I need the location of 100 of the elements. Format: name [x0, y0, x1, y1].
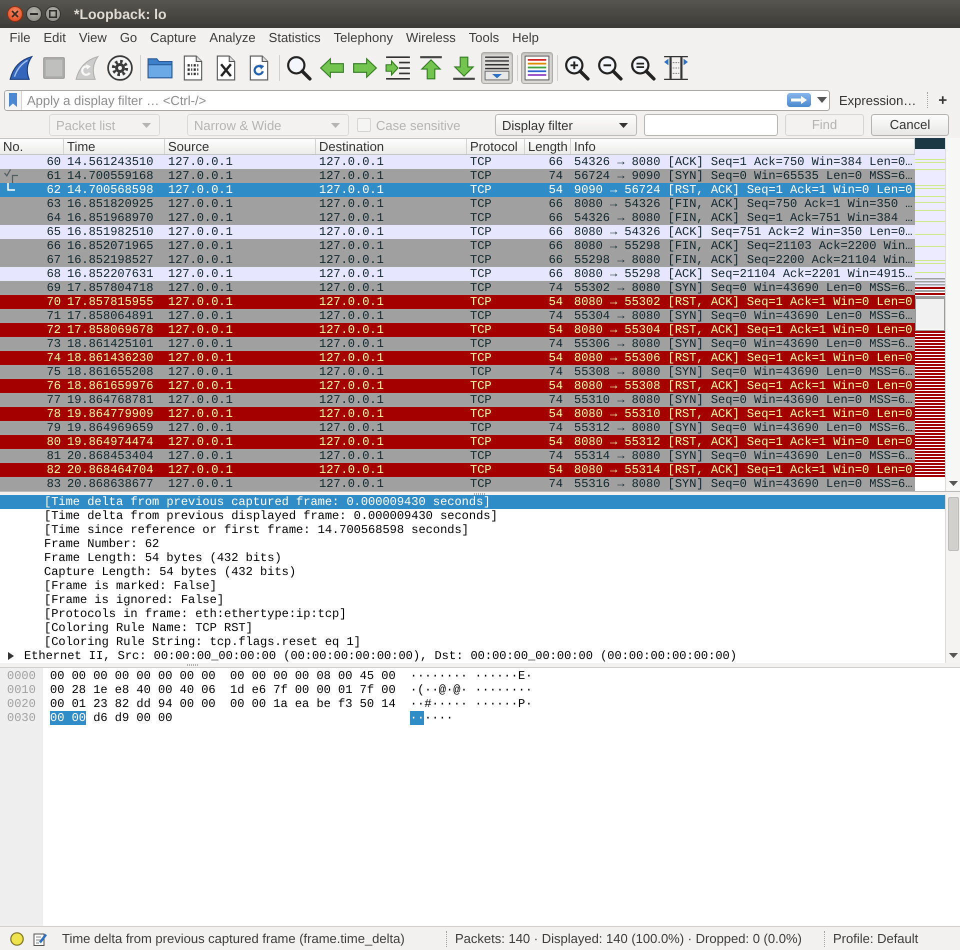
packet-row[interactable]: 66 16.852071965 127.0.0.1 127.0.0.1 TCP 66 8080 → 55298 [FIN, ACK] Seq=21103 Ack=2200 Win…	[0, 239, 915, 253]
menu-item[interactable]: View	[72, 29, 114, 46]
ascii-text: ··	[410, 711, 424, 725]
apply-button[interactable]	[787, 93, 811, 107]
destination-address: 127.0.0.1	[318, 211, 385, 225]
tree-item[interactable]: Frame Number: 62	[0, 537, 945, 551]
bookmark-button[interactable]	[5, 90, 22, 110]
display-filter-input[interactable]: Apply a display filter … <Ctrl-/>	[22, 90, 787, 110]
destination-address: 127.0.0.1	[318, 435, 385, 449]
packet-row[interactable]: 60 14.561243510 127.0.0.1 127.0.0.1 TCP 66 54326 → 8080 [ACK] Seq=1 Ack=750 Win=384 Len=0…	[0, 155, 915, 169]
toolbar-button[interactable]	[481, 52, 513, 84]
triangle-right-icon[interactable]	[7, 652, 15, 660]
add-button[interactable]: +	[938, 92, 948, 108]
packet-row[interactable]: 72 17.858069678 127.0.0.1 127.0.0.1 TCP 54 8080 → 55304 [RST, ACK] Seq=1 Ack=1 Win=0 Len=0	[0, 323, 915, 337]
display-filter-field[interactable]: Apply a display filter … <Ctrl-/>	[4, 90, 830, 110]
source-address: 127.0.0.1	[167, 183, 234, 197]
status-profile[interactable]: Profile: Default	[833, 931, 918, 946]
search-type-dropdown[interactable]: Display filter	[495, 114, 637, 136]
menu-item[interactable]: Statistics	[262, 29, 328, 46]
scrollbar-thumb[interactable]	[948, 497, 958, 551]
menu-item[interactable]: Go	[113, 29, 144, 46]
packet-number: 82	[46, 463, 61, 477]
packet-length: 74	[548, 365, 564, 379]
menu-item[interactable]: Analyze	[202, 29, 262, 46]
column-header[interactable]: Destination	[316, 139, 467, 154]
menu-item[interactable]: Help	[506, 29, 546, 46]
packet-row[interactable]: 65 16.851982510 127.0.0.1 127.0.0.1 TCP 66 8080 → 54326 [ACK] Seq=751 Ack=2 Win=350 Len=0…	[0, 225, 915, 239]
tree-item[interactable]: Capture Length: 54 bytes (432 bits)	[0, 565, 945, 579]
list-caret-icon	[484, 54, 510, 80]
packet-length: 54	[548, 407, 564, 421]
down-triangle-icon[interactable]	[948, 481, 958, 486]
status-dot-icon[interactable]	[10, 932, 24, 946]
source-address: 127.0.0.1	[167, 197, 234, 211]
expression-button[interactable]: Expression…	[839, 92, 916, 108]
source-address: 127.0.0.1	[167, 253, 234, 267]
packet-row[interactable]: 78 19.864779909 127.0.0.1 127.0.0.1 TCP 54 8080 → 55310 [RST, ACK] Seq=1 Ack=1 Win=0 Len=0	[0, 407, 915, 421]
packet-number: 60	[46, 155, 61, 169]
packet-row[interactable]: 80 19.864974474 127.0.0.1 127.0.0.1 TCP 54 8080 → 55312 [RST, ACK] Seq=1 Ack=1 Win=0 Len=0	[0, 435, 915, 449]
packet-row[interactable]: 68 16.852207631 127.0.0.1 127.0.0.1 TCP 66 8080 → 55298 [ACK] Seq=21104 Ack=2201 Win=4915…	[0, 267, 915, 281]
search-field[interactable]	[644, 114, 778, 136]
column-header[interactable]: Length	[525, 139, 571, 154]
column-header[interactable]: Source	[165, 139, 316, 154]
packet-row[interactable]: 61 14.700559168 127.0.0.1 127.0.0.1 TCP 74 56724 → 9090 [SYN] Seq=0 Win=65535 Len=0 MSS=6…	[0, 169, 915, 183]
packet-row[interactable]: 79 19.864969659 127.0.0.1 127.0.0.1 TCP 74 55312 → 8080 [SYN] Seq=0 Win=43690 Len=0 MSS=6…	[0, 421, 915, 435]
column-header[interactable]: Protocol	[467, 139, 525, 154]
packet-row[interactable]: 62 14.700568598 127.0.0.1 127.0.0.1 TCP 54 9090 → 56724 [RST, ACK] Seq=1 Ack=1 Win=0 Len=0	[0, 183, 915, 197]
packet-row[interactable]: 71 17.858064891 127.0.0.1 127.0.0.1 TCP 74 55304 → 8080 [SYN] Seq=0 Win=43690 Len=0 MSS=6…	[0, 309, 915, 323]
packet-time: 17.857804718	[66, 281, 154, 295]
tree-item[interactable]: [Time since reference or first frame: 14.700568598 seconds]	[0, 523, 945, 537]
destination-address: 127.0.0.1	[318, 365, 385, 379]
scrollbar[interactable]	[945, 495, 960, 663]
packet-row[interactable]: 67 16.852198527 127.0.0.1 127.0.0.1 TCP 66 55298 → 8080 [FIN, ACK] Seq=2200 Ack=21104 Win…	[0, 253, 915, 267]
packet-length: 74	[548, 169, 564, 183]
cancel-button[interactable]: Cancel	[871, 114, 949, 136]
packet-row[interactable]: 77 19.864768781 127.0.0.1 127.0.0.1 TCP 74 55310 → 8080 [SYN] Seq=0 Win=43690 Len=0 MSS=6…	[0, 393, 915, 407]
packet-row[interactable]: 76 18.861659976 127.0.0.1 127.0.0.1 TCP 54 8080 → 55308 [RST, ACK] Seq=1 Ack=1 Win=0 Len=0	[0, 379, 915, 393]
menu-item[interactable]: Telephony	[327, 29, 400, 46]
packet-time: 14.561243510	[66, 155, 154, 169]
note-pencil-icon[interactable]	[33, 932, 47, 946]
minimize-button[interactable]	[26, 6, 42, 22]
source-address: 127.0.0.1	[167, 155, 234, 169]
menu-item[interactable]: Capture	[144, 29, 203, 46]
packet-row[interactable]: 64 16.851968970 127.0.0.1 127.0.0.1 TCP 66 54326 → 8080 [FIN, ACK] Seq=1 Ack=751 Win=384 …	[0, 211, 915, 225]
protocol-name: TCP	[469, 477, 493, 491]
tree-item[interactable]: Ethernet II, Src: 00:00:00_00:00:00 (00:00:00:00:00:00), Dst: 00:00:00_00:00:00 (00:00:00:00:00:00)	[0, 649, 945, 663]
tree-item[interactable]: [Time delta from previous captured frame: 0.000009430 seconds]	[0, 495, 945, 509]
packet-row[interactable]: 81 20.868453404 127.0.0.1 127.0.0.1 TCP 74 55314 → 8080 [SYN] Seq=0 Win=43690 Len=0 MSS=6…	[0, 449, 915, 463]
packet-row[interactable]: 74 18.861436230 127.0.0.1 127.0.0.1 TCP 54 8080 → 55306 [RST, ACK] Seq=1 Ack=1 Win=0 Len=0	[0, 351, 915, 365]
packet-row[interactable]: 73 18.861425101 127.0.0.1 127.0.0.1 TCP 74 55306 → 8080 [SYN] Seq=0 Win=43690 Len=0 MSS=6…	[0, 337, 915, 351]
caret-down-icon[interactable]	[817, 97, 827, 103]
packet-length: 74	[548, 477, 564, 491]
packet-row[interactable]: 75 18.861655208 127.0.0.1 127.0.0.1 TCP 74 55308 → 8080 [SYN] Seq=0 Win=43690 Len=0 MSS=6…	[0, 365, 915, 379]
source-address: 127.0.0.1	[167, 169, 234, 183]
tree-item[interactable]: [Frame is marked: False]	[0, 579, 945, 593]
packet-row[interactable]: 82 20.868464704 127.0.0.1 127.0.0.1 TCP 54 8080 → 55314 [RST, ACK] Seq=1 Ack=1 Win=0 Len=0	[0, 463, 915, 477]
tree-item[interactable]: [Time delta from previous displayed frame: 0.000009430 seconds]	[0, 509, 945, 523]
packet-row[interactable]: 63 16.851820925 127.0.0.1 127.0.0.1 TCP 66 8080 → 54326 [FIN, ACK] Seq=750 Ack=1 Win=350 …	[0, 197, 915, 211]
packet-row[interactable]: 83 20.868638677 127.0.0.1 127.0.0.1 TCP 74 55316 → 8080 [SYN] Seq=0 Win=43690 Len=0 MSS=6…	[0, 477, 915, 491]
tree-item[interactable]: Frame Length: 54 bytes (432 bits)	[0, 551, 945, 565]
source-address: 127.0.0.1	[167, 407, 234, 421]
packet-info: 8080 → 55298 [FIN, ACK] Seq=21103 Ack=2200 Win…	[573, 239, 914, 253]
menu-item[interactable]: File	[3, 29, 37, 46]
tree-item[interactable]: [Protocols in frame: eth:ethertype:ip:tcp]	[0, 607, 945, 621]
maximize-button[interactable]	[45, 6, 61, 22]
menu-item[interactable]: Wireless	[399, 29, 462, 46]
menu-item[interactable]: Tools	[462, 29, 506, 46]
column-header[interactable]: Time	[64, 139, 165, 154]
down-triangle-icon[interactable]	[948, 653, 958, 658]
tree-item[interactable]: [Coloring Rule Name: TCP RST]	[0, 621, 945, 635]
scrollbar[interactable]	[945, 138, 960, 491]
column-header[interactable]: No.	[0, 139, 64, 154]
caret-down-icon	[331, 122, 340, 128]
tree-item[interactable]: [Frame is ignored: False]	[0, 593, 945, 607]
packet-length: 66	[548, 211, 564, 225]
packet-row[interactable]: 69 17.857804718 127.0.0.1 127.0.0.1 TCP 74 55302 → 8080 [SYN] Seq=0 Win=43690 Len=0 MSS=6…	[0, 281, 915, 295]
close-button[interactable]	[7, 6, 23, 22]
tree-item[interactable]: [Coloring Rule String: tcp.flags.reset eq 1]	[0, 635, 945, 649]
packet-row[interactable]: 70 17.857815955 127.0.0.1 127.0.0.1 TCP 54 8080 → 55302 [RST, ACK] Seq=1 Ack=1 Win=0 Len=0	[0, 295, 915, 309]
menu-item[interactable]: Edit	[36, 29, 72, 46]
destination-address: 127.0.0.1	[318, 295, 385, 309]
